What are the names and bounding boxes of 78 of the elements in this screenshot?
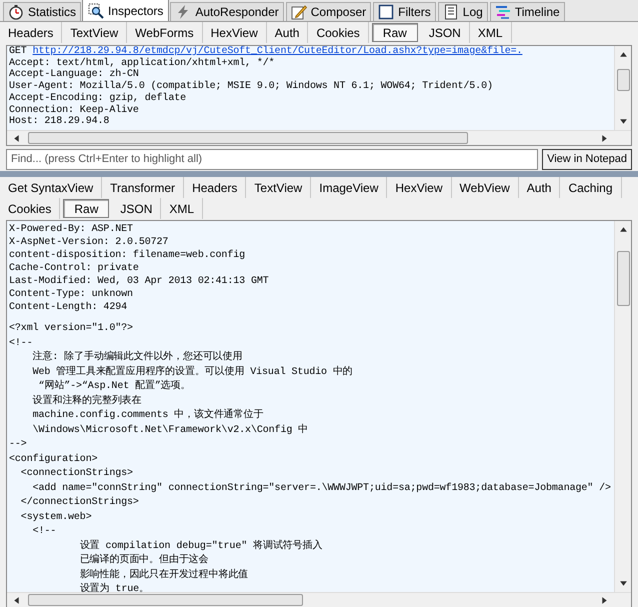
view-tab[interactable]: XML [161,198,204,219]
code-line: 影响性能，因此只在开发过程中将此值 [78,568,250,582]
pencil-icon [290,4,307,20]
header-line: Accept-Encoding: gzip, deflate [9,92,188,104]
header-line: Cache-Control: private [9,262,140,275]
magnifier-icon [88,2,104,18]
scroll-thumb[interactable] [28,594,303,606]
code-line: \Windows\Microsoft.Net\Framework\v2.x\Config 中 [32,424,310,438]
checkbox-icon [378,4,394,20]
view-tab[interactable]: JSON [112,198,162,219]
code-line: <system.web> [20,510,93,524]
code-line: 设置为 true。 [78,583,150,592]
main-tab[interactable]: AutoResponder [170,2,284,21]
header-line: Accept: text/html, application/xhtml+xml, */* [9,58,276,69]
code-line: 注意: 除了手动编辑此文件以外，您还可以使用 [32,351,244,365]
stopwatch-icon [8,4,24,20]
view-tab[interactable]: XML [470,22,512,43]
code-line: <connectionStrings> [20,467,134,481]
right-arrow-icon[interactable] [600,134,609,142]
code-line: </connectionStrings> [20,496,140,510]
view-tab[interactable]: TextView [62,22,128,43]
code-line: 已编译的页面中。但由于这会 [78,554,210,568]
header-line: Host: 218.29.94.8 [9,116,110,128]
scroll-thumb[interactable] [616,69,630,91]
code-line: 设置 compilation debug="true" 将调试符号插入 [78,540,324,554]
code-line: “网站”->“Asp.Net 配置”选项。 [38,380,192,394]
view-tab[interactable]: Raw [372,23,418,42]
left-arrow-icon[interactable] [12,596,21,604]
right-arrow-icon[interactable] [600,596,609,604]
code-line: <?xml version="1.0"?> [9,322,134,336]
code-line: Web 管理工具来配置应用程序的设置。可以使用 Visual Studio 中的 [32,366,354,380]
view-tab[interactable]: WebForms [127,22,203,43]
header-line: Content-Type: unknown [9,288,134,301]
horizontal-scrollbar[interactable] [7,592,631,607]
method-text: GET [9,46,27,57]
header-line: X-AspNet-Version: 2.0.50727 [9,236,170,249]
view-tab[interactable]: Auth [266,22,308,43]
down-arrow-icon[interactable] [618,579,628,588]
header-line: content-disposition: filename=web.config [9,249,246,262]
view-tab[interactable]: HexView [202,22,267,43]
left-arrow-icon[interactable] [12,134,21,142]
header-line: Connection: Keep-Alive [9,104,140,116]
up-arrow-icon[interactable] [618,50,628,59]
code-line: 设置和注释的完整列表在 [32,394,143,408]
code-line: <add name="connString" connectionString="server=.\WWWJWPT;uid=sa;pwd=wf1983;database=Jobmanage" /> [32,482,612,496]
code-line: <configuration> [9,452,99,466]
code-line: machine.config.comments 中，该文件通常位于 [32,409,264,423]
code-line: <!-- [9,336,34,350]
scroll-thumb[interactable] [28,132,468,144]
find-field[interactable]: Find... (press Ctrl+Enter to highlight all) [6,148,538,170]
up-arrow-icon[interactable] [618,225,628,234]
view-tab[interactable]: JSON [420,22,470,43]
view-tab[interactable]: Raw [63,199,110,218]
view-tab[interactable]: Headers [0,22,62,43]
code-line: <!-- [32,525,58,539]
url-link[interactable]: http://218.29.94.8/etmdcp/vj/CuteSoft_Client/CuteEditor/Load.ashx?type=image&file=. [32,46,522,57]
down-arrow-icon[interactable] [618,117,628,126]
vertical-scrollbar[interactable] [614,221,631,592]
header-line: Last-Modified: Wed, 03 Apr 2013 02:41:13 GMT [9,275,270,288]
main-tab[interactable]: Log [438,2,488,21]
view-tab[interactable]: Cookies [308,22,369,43]
header-line: Content-Length: 4294 [9,301,128,314]
main-tab[interactable]: Composer [286,2,372,21]
header-line: Accept-Language: zh-CN [9,69,140,80]
main-tab[interactable]: Timeline [490,2,565,21]
main-tab[interactable]: Inspectors [82,0,170,21]
header-line: User-Agent: Mozilla/5.0 (compatible; MSIE 9.0; Windows NT 6.1; WOW64; Trident/5.0) [9,81,494,92]
vertical-scrollbar[interactable] [614,46,631,130]
main-tab[interactable]: Filters [373,2,436,21]
horizontal-scrollbar[interactable] [7,130,631,145]
view-in-notepad-button[interactable]: View in Notepad [542,148,632,170]
document-icon [442,4,459,20]
header-line: X-Powered-By: ASP.NET [9,223,134,236]
timeline-icon [494,4,511,20]
code-line: --> [9,438,28,452]
view-tab[interactable]: Cookies [0,198,60,219]
scroll-thumb[interactable] [616,251,630,306]
main-tab[interactable]: Statistics [3,2,82,21]
